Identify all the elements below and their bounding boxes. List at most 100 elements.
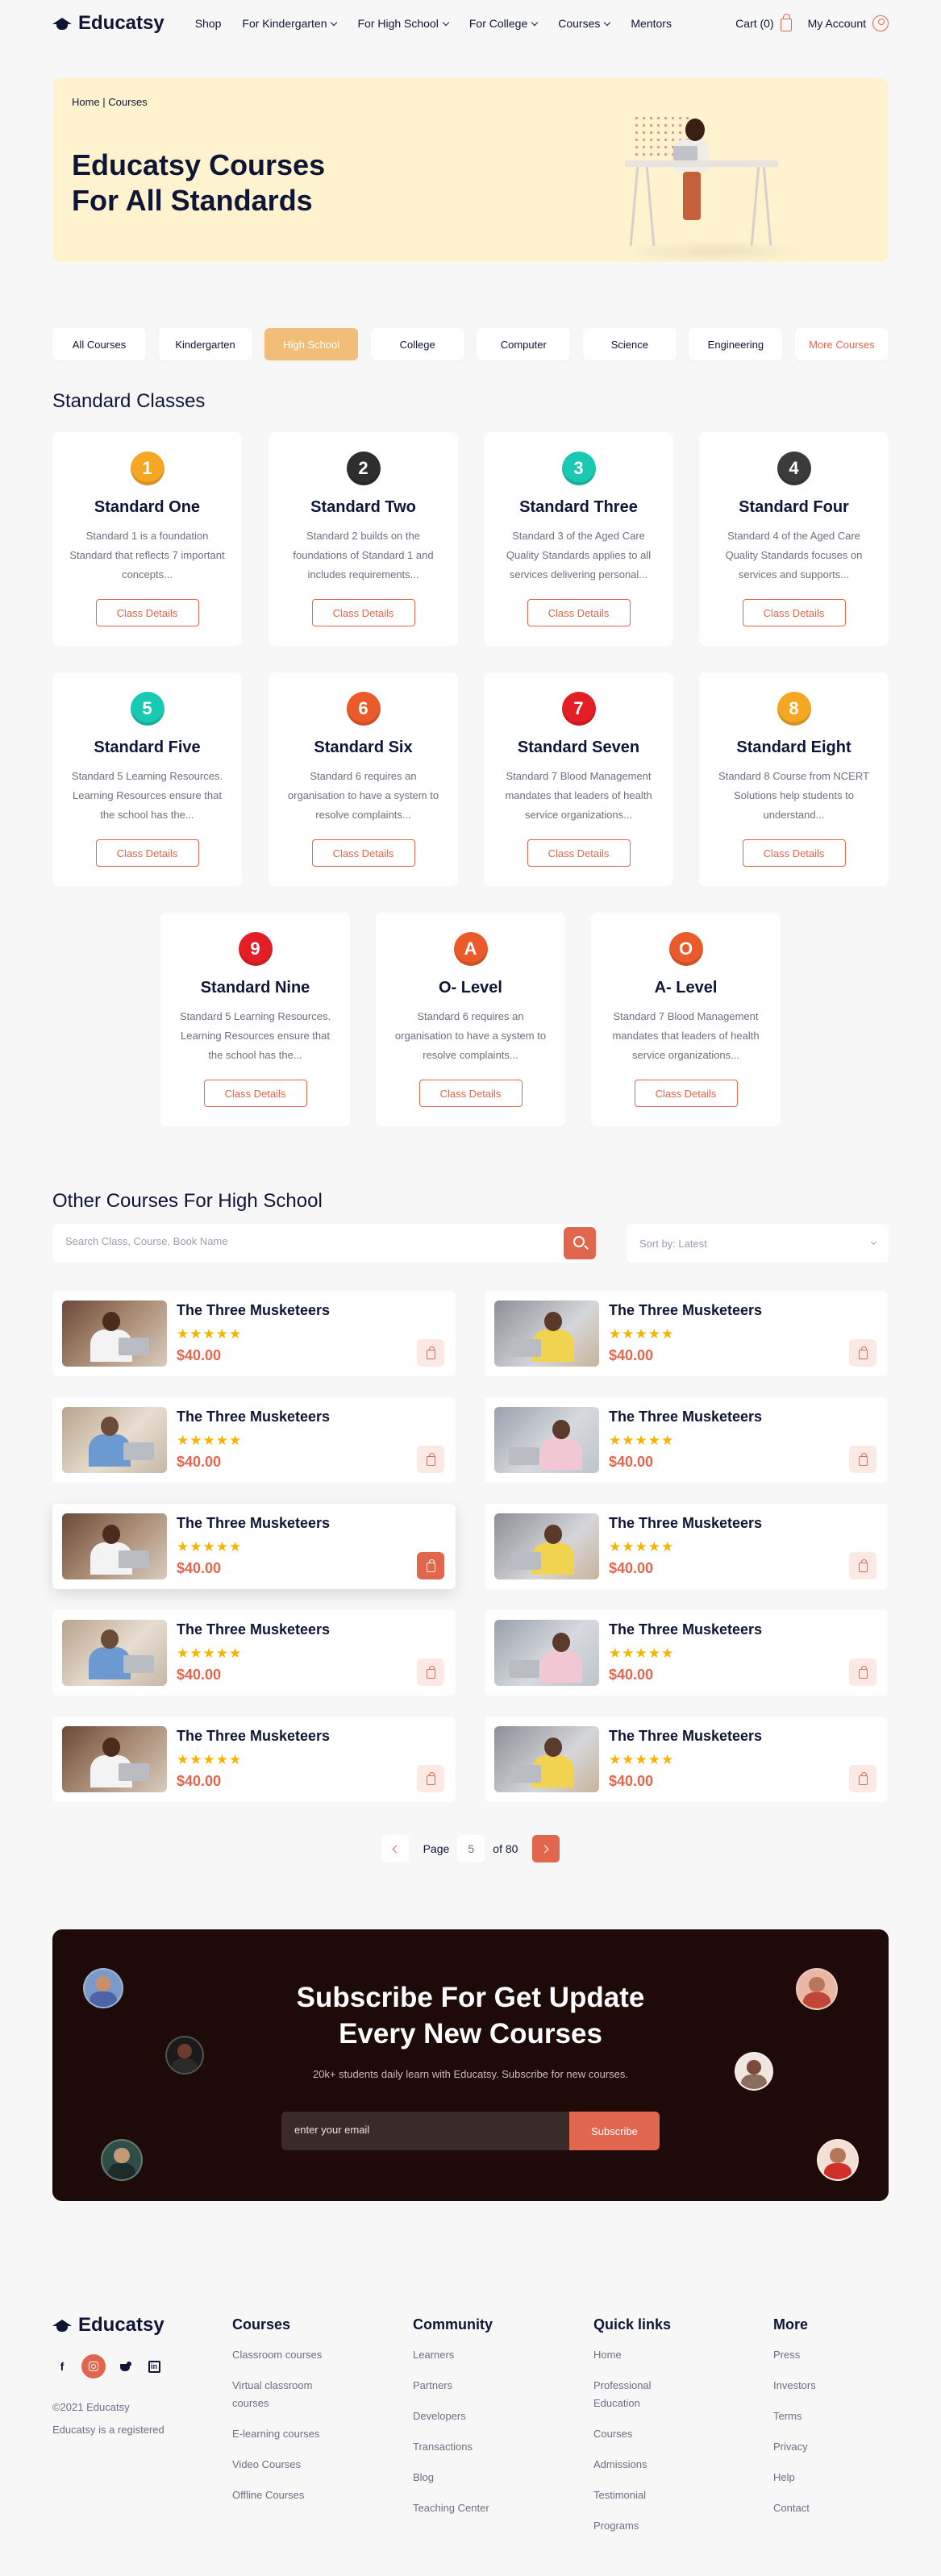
course-card[interactable]: The Three Musketeers ★★★★★ $40.00 (485, 1397, 888, 1483)
course-card[interactable]: The Three Musketeers ★★★★★ $40.00 (52, 1291, 456, 1376)
add-to-cart-button[interactable] (417, 1339, 444, 1367)
class-details-button[interactable]: Class Details (634, 1080, 738, 1107)
footer-link-classroom-courses[interactable]: Classroom courses (232, 2346, 333, 2364)
course-title[interactable]: The Three Musketeers (177, 1302, 330, 1319)
footer-link-privacy[interactable]: Privacy (773, 2438, 874, 2456)
prev-page-button[interactable] (381, 1835, 409, 1862)
tab-high-school[interactable]: High School (264, 328, 359, 360)
tab-science[interactable]: Science (582, 328, 677, 360)
my-account-link[interactable]: My Account (808, 15, 889, 31)
facebook-icon[interactable]: f (52, 2357, 72, 2376)
class-details-button[interactable]: Class Details (418, 1080, 523, 1107)
add-to-cart-button[interactable] (849, 1446, 876, 1473)
linkedin-icon[interactable]: in (144, 2357, 164, 2376)
course-title[interactable]: The Three Musketeers (177, 1621, 330, 1638)
search-button[interactable] (564, 1227, 596, 1259)
footer-logo[interactable]: Educatsy (52, 2314, 164, 2337)
sort-select[interactable]: Sort by: Latest (627, 1224, 889, 1263)
footer-link-help[interactable]: Help (773, 2469, 874, 2487)
course-card[interactable]: The Three Musketeers ★★★★★ $40.00 (485, 1504, 888, 1589)
nav-item-for-kindergarten[interactable]: For Kindergarten (242, 17, 338, 30)
footer-link-home[interactable]: Home (593, 2346, 694, 2364)
footer-link-investors[interactable]: Investors (773, 2377, 874, 2395)
course-title[interactable]: The Three Musketeers (609, 1728, 762, 1745)
footer-column-title: More (773, 2316, 809, 2333)
nav-item-for-high-school[interactable]: For High School (357, 17, 450, 30)
footer-link-press[interactable]: Press (773, 2346, 874, 2364)
add-to-cart-button[interactable] (417, 1765, 444, 1792)
course-title[interactable]: The Three Musketeers (609, 1409, 762, 1425)
subscribe-button[interactable]: Subscribe (569, 2112, 660, 2150)
course-card[interactable]: The Three Musketeers ★★★★★ $40.00 (52, 1397, 456, 1483)
cart-link[interactable]: Cart (0) (735, 14, 792, 31)
class-details-button[interactable]: Class Details (527, 599, 631, 626)
footer-link-terms[interactable]: Terms (773, 2407, 874, 2425)
class-details-button[interactable]: Class Details (203, 1080, 307, 1107)
footer-link-contact[interactable]: Contact (773, 2499, 874, 2517)
footer-link-learners[interactable]: Learners (413, 2346, 514, 2364)
course-card[interactable]: The Three Musketeers ★★★★★ $40.00 (485, 1291, 888, 1376)
class-details-button[interactable]: Class Details (742, 839, 846, 867)
course-card[interactable]: The Three Musketeers ★★★★★ $40.00 (485, 1610, 888, 1696)
footer-link-teaching-center[interactable]: Teaching Center (413, 2499, 514, 2517)
course-card[interactable]: The Three Musketeers ★★★★★ $40.00 (52, 1610, 456, 1696)
footer-link-transactions[interactable]: Transactions (413, 2438, 514, 2456)
class-details-button[interactable]: Class Details (95, 599, 199, 626)
course-title[interactable]: The Three Musketeers (609, 1515, 762, 1532)
footer-link-professional-education[interactable]: Professional Education (593, 2377, 694, 2412)
tab-engineering[interactable]: Engineering (689, 328, 783, 360)
nav-item-for-college[interactable]: For College (469, 17, 539, 30)
email-field[interactable] (294, 2124, 552, 2136)
footer-link-programs[interactable]: Programs (593, 2517, 694, 2535)
footer-link-courses[interactable]: Courses (593, 2425, 694, 2443)
add-to-cart-button[interactable] (417, 1446, 444, 1473)
footer-link-developers[interactable]: Developers (413, 2407, 514, 2425)
page-number-input[interactable]: 5 (457, 1835, 485, 1862)
tab-all-courses[interactable]: All Courses (52, 328, 146, 360)
shopping-bag-icon (859, 1346, 868, 1359)
footer-link-video-courses[interactable]: Video Courses (232, 2456, 333, 2474)
course-title[interactable]: The Three Musketeers (609, 1621, 762, 1638)
add-to-cart-button[interactable] (849, 1339, 876, 1367)
twitter-icon[interactable] (115, 2357, 135, 2376)
logo[interactable]: Educatsy (52, 12, 164, 35)
class-details-button[interactable]: Class Details (95, 839, 199, 867)
course-title[interactable]: The Three Musketeers (177, 1728, 330, 1745)
class-details-button[interactable]: Class Details (742, 599, 846, 626)
footer-link-e-learning-courses[interactable]: E-learning courses (232, 2425, 333, 2443)
course-card[interactable]: The Three Musketeers ★★★★★ $40.00 (485, 1717, 888, 1802)
add-to-cart-button[interactable] (849, 1658, 876, 1686)
class-details-button[interactable]: Class Details (311, 839, 415, 867)
add-to-cart-button[interactable] (849, 1552, 876, 1579)
add-to-cart-button[interactable] (417, 1658, 444, 1686)
nav-item-shop[interactable]: Shop (195, 17, 222, 30)
logo-text: Educatsy (78, 12, 164, 34)
breadcrumb[interactable]: Home | Courses (72, 96, 148, 108)
tab-more-courses[interactable]: More Courses (794, 328, 889, 360)
nav-item-courses[interactable]: Courses (558, 17, 611, 30)
nav-item-mentors[interactable]: Mentors (631, 17, 672, 30)
tab-kindergarten[interactable]: Kindergarten (158, 328, 252, 360)
footer-link-virtual-classroom-courses[interactable]: Virtual classroom courses (232, 2377, 333, 2412)
tab-computer[interactable]: Computer (477, 328, 571, 360)
course-title[interactable]: The Three Musketeers (177, 1409, 330, 1425)
footer-link-admissions[interactable]: Admissions (593, 2456, 694, 2474)
add-to-cart-button[interactable] (417, 1552, 444, 1579)
instagram-icon[interactable] (81, 2354, 106, 2378)
search-input[interactable] (65, 1235, 517, 1247)
tab-college[interactable]: College (370, 328, 464, 360)
account-label: My Account (807, 17, 866, 30)
add-to-cart-button[interactable] (849, 1765, 876, 1792)
footer-link-testimonial[interactable]: Testimonial (593, 2487, 694, 2504)
course-card[interactable]: The Three Musketeers ★★★★★ $40.00 (52, 1504, 456, 1589)
course-title[interactable]: The Three Musketeers (609, 1302, 762, 1319)
footer-link-blog[interactable]: Blog (413, 2469, 514, 2487)
class-details-button[interactable]: Class Details (311, 599, 415, 626)
course-card[interactable]: The Three Musketeers ★★★★★ $40.00 (52, 1717, 456, 1802)
footer-link-offline-courses[interactable]: Offline Courses (232, 2487, 333, 2504)
footer-link-partners[interactable]: Partners (413, 2377, 514, 2395)
shopping-bag-icon (859, 1666, 868, 1679)
class-details-button[interactable]: Class Details (527, 839, 631, 867)
next-page-button[interactable] (532, 1835, 560, 1862)
course-title[interactable]: The Three Musketeers (177, 1515, 330, 1532)
